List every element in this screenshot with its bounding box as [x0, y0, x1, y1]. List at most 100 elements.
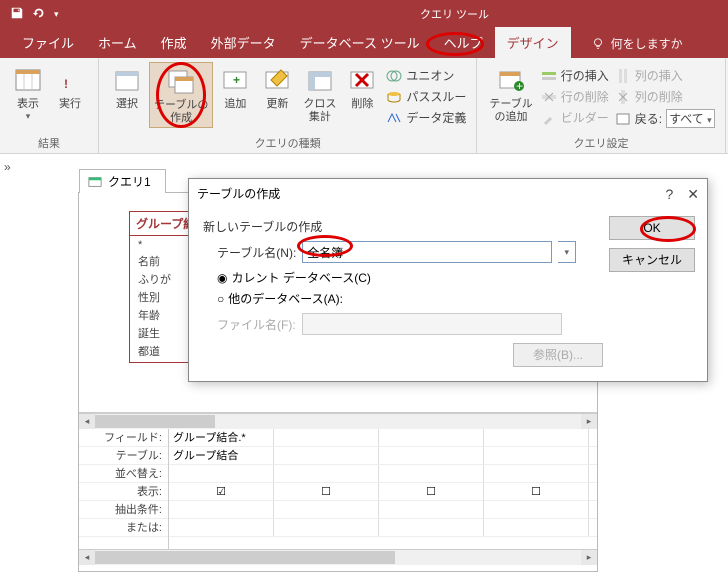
tab-external[interactable]: 外部データ: [199, 27, 288, 58]
run-label: 実行: [59, 98, 81, 111]
radio-other-db[interactable]: ○ 他のデータベース(A):: [217, 290, 693, 307]
grid-cell[interactable]: [379, 429, 484, 446]
grid-cell[interactable]: グループ結合: [169, 447, 274, 464]
grid-cell[interactable]: [484, 501, 589, 518]
ribbon: 表示 ▾ ! 実行 結果 選択 テーブルの 作成 + 追加: [0, 58, 728, 154]
save-icon[interactable]: [10, 6, 24, 23]
grid-cell[interactable]: [379, 501, 484, 518]
show-checkbox[interactable]: ☐: [274, 483, 379, 500]
chevron-down-icon: ▾: [707, 115, 712, 125]
delete-button[interactable]: 削除: [342, 62, 382, 128]
add-table-label: テーブル の追加: [489, 98, 532, 124]
select-button[interactable]: 選択: [107, 62, 147, 128]
make-table-button[interactable]: テーブルの 作成: [149, 62, 213, 128]
grid-label-criteria: 抽出条件:: [79, 501, 168, 519]
qat-dropdown-icon[interactable]: ▾: [54, 9, 59, 20]
radio-current-label: カレント データベース(C): [231, 269, 370, 286]
grid-cell[interactable]: [274, 447, 379, 464]
add-table-icon: +: [497, 66, 525, 94]
scroll-left-icon[interactable]: ◂: [79, 414, 95, 429]
grid-label-sort: 並べ替え:: [79, 465, 168, 483]
grid-cell[interactable]: [169, 465, 274, 482]
select-icon: [113, 66, 141, 94]
close-icon[interactable]: ✕: [687, 187, 699, 201]
grid-row-labels: フィールド: テーブル: 並べ替え: 表示: 抽出条件: または:: [79, 429, 169, 549]
union-button[interactable]: ユニオン: [384, 66, 468, 85]
select-label: 選択: [116, 98, 138, 111]
datadef-button[interactable]: データ定義: [384, 108, 468, 127]
grid-cell[interactable]: [169, 501, 274, 518]
undo-icon[interactable]: [32, 6, 46, 23]
add-table-button[interactable]: + テーブル の追加: [485, 62, 536, 129]
tool-tab-label: クエリ ツール: [420, 6, 489, 22]
grid-cell[interactable]: [274, 429, 379, 446]
group-querysetup: + テーブル の追加 行の挿入 行の削除 ビルダー 列の挿入 列の削除 戻る: …: [477, 58, 725, 153]
query-tab-label: クエリ1: [108, 173, 151, 190]
grid-cell[interactable]: [379, 465, 484, 482]
scroll-thumb[interactable]: [95, 415, 215, 428]
delete-row-label: 行の削除: [561, 88, 609, 105]
show-checkbox[interactable]: ☐: [484, 483, 589, 500]
passthrough-label: パススルー: [406, 88, 466, 105]
grid-cell[interactable]: [484, 429, 589, 446]
help-icon[interactable]: ?: [665, 187, 673, 201]
grid-columns[interactable]: グループ結合.* グループ結合 ☑☐☐☐: [169, 429, 597, 549]
grid-cell[interactable]: [484, 447, 589, 464]
crosstab-icon: [306, 66, 334, 94]
scrollbar-horizontal[interactable]: ◂ ▸: [79, 549, 597, 565]
delete-label: 削除: [351, 98, 373, 111]
grid-cell[interactable]: [484, 519, 589, 536]
view-button[interactable]: 表示 ▾: [8, 62, 48, 124]
grid-cell[interactable]: [169, 519, 274, 536]
lightbulb-icon: [591, 37, 605, 51]
update-button[interactable]: 更新: [257, 62, 297, 128]
ok-button[interactable]: OK: [609, 216, 695, 240]
scroll-right-icon[interactable]: ▸: [581, 550, 597, 565]
tab-file[interactable]: ファイル: [10, 27, 86, 58]
tab-dbtools[interactable]: データベース ツール: [288, 27, 432, 58]
scroll-right-icon[interactable]: ▸: [581, 414, 597, 429]
cancel-button[interactable]: キャンセル: [609, 248, 695, 272]
delete-row-button: 行の削除: [539, 87, 611, 106]
tab-design[interactable]: デザイン: [495, 27, 571, 58]
scroll-left-icon[interactable]: ◂: [79, 550, 95, 565]
svg-text:+: +: [233, 73, 240, 87]
query-tab[interactable]: クエリ1: [79, 169, 166, 193]
return-icon: [615, 111, 631, 127]
insert-col-button: 列の挿入: [613, 66, 717, 85]
grid-cell[interactable]: [484, 465, 589, 482]
delete-col-button: 列の削除: [613, 87, 717, 106]
grid-label-show: 表示:: [79, 483, 168, 501]
radio-unselected-icon: ○: [217, 292, 224, 306]
run-button[interactable]: ! 実行: [50, 62, 90, 124]
return-combo[interactable]: 戻る: すべて ▾: [613, 108, 717, 129]
insert-row-button[interactable]: 行の挿入: [539, 66, 611, 85]
tab-create[interactable]: 作成: [149, 27, 199, 58]
passthrough-button[interactable]: パススルー: [384, 87, 468, 106]
insert-col-icon: [615, 68, 631, 84]
scrollbar-horizontal[interactable]: ◂ ▸: [79, 413, 597, 429]
tab-home[interactable]: ホーム: [86, 27, 149, 58]
group-querytype-label: クエリの種類: [107, 133, 468, 151]
show-checkbox[interactable]: ☑: [169, 483, 274, 500]
grid-cell[interactable]: [379, 447, 484, 464]
show-checkbox[interactable]: ☐: [379, 483, 484, 500]
crosstab-button[interactable]: クロス 集計: [299, 62, 340, 128]
tell-me[interactable]: 何をしますか: [591, 35, 683, 58]
grid-cell[interactable]: [274, 519, 379, 536]
grid-cell[interactable]: [274, 501, 379, 518]
grid-cell[interactable]: グループ結合.*: [169, 429, 274, 446]
scroll-thumb[interactable]: [95, 551, 395, 564]
tab-help[interactable]: ヘルプ: [432, 27, 495, 58]
table-name-input[interactable]: [302, 241, 552, 263]
dialog-body: 新しいテーブルの作成 テーブル名(N): ▾ ◉ カレント データベース(C) …: [189, 208, 707, 381]
delete-icon: [348, 66, 376, 94]
append-button[interactable]: + 追加: [215, 62, 255, 128]
dialog-titlebar[interactable]: テーブルの作成 ? ✕: [189, 179, 707, 208]
grid-cell[interactable]: [274, 465, 379, 482]
insert-row-icon: [541, 68, 557, 84]
nav-pane-expander[interactable]: »: [4, 160, 11, 174]
datadef-label: データ定義: [406, 109, 466, 126]
table-name-dropdown[interactable]: ▾: [558, 241, 576, 263]
grid-cell[interactable]: [379, 519, 484, 536]
